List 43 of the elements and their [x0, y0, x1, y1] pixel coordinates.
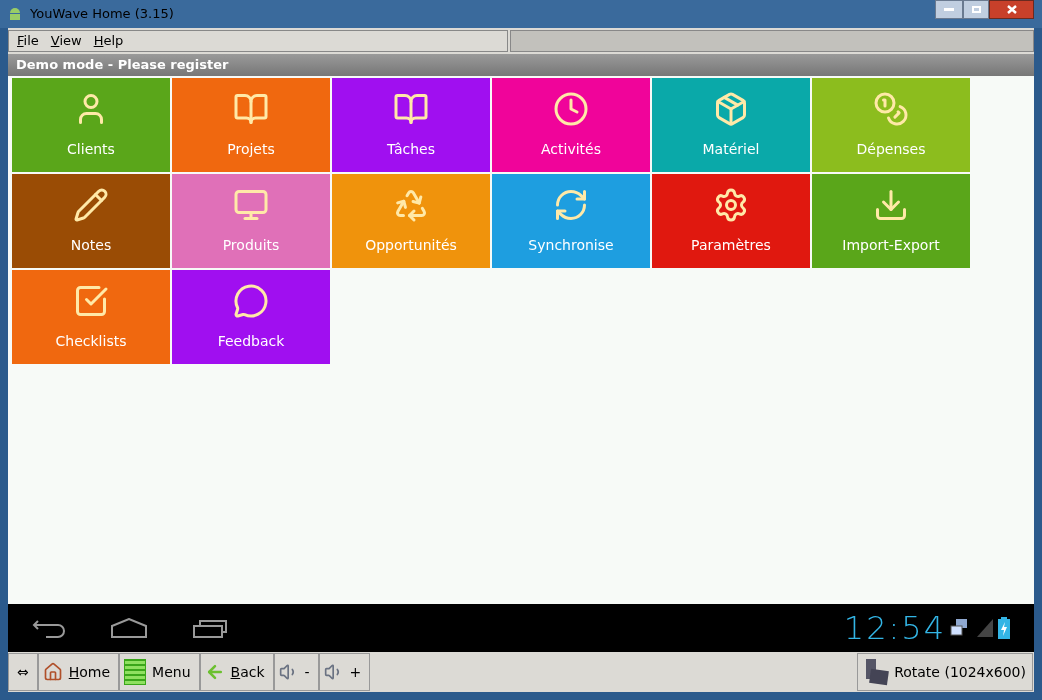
toolbar-button[interactable]: ⇔ — [8, 653, 38, 691]
app-tile[interactable]: Import-Export — [812, 174, 970, 268]
crate-icon — [713, 90, 749, 127]
demo-banner: Demo mode - Please register — [8, 54, 1034, 76]
close-button[interactable] — [989, 0, 1034, 19]
app-tile[interactable]: Feedback — [172, 270, 330, 364]
clock: 12:54 — [843, 608, 946, 649]
app-tile[interactable]: Tâches — [332, 78, 490, 172]
toolbar-button[interactable]: Menu — [119, 653, 200, 691]
gear-icon — [713, 186, 749, 223]
clock-icon — [553, 90, 589, 127]
app-tile[interactable]: Produits — [172, 174, 330, 268]
app-tile[interactable]: Synchronise — [492, 174, 650, 268]
toolbar-button[interactable]: - — [273, 653, 319, 691]
maximize-button[interactable] — [963, 0, 989, 19]
network-icon — [950, 618, 968, 638]
app-tile[interactable]: Notes — [12, 174, 170, 268]
menu-icon — [124, 659, 147, 685]
close-icon — [1006, 5, 1017, 14]
minimize-button[interactable] — [935, 0, 963, 19]
app-tile[interactable]: Matériel — [652, 78, 810, 172]
coins-icon — [873, 90, 909, 127]
toolbar-button[interactable]: Back — [199, 653, 274, 691]
recent-apps-icon[interactable] — [192, 618, 228, 638]
back-icon[interactable] — [32, 618, 66, 638]
rotate-button[interactable]: Rotate (1024x600) — [857, 653, 1033, 691]
window-title: YouWave Home (3.15) — [30, 5, 174, 24]
pencil-icon — [73, 186, 109, 223]
battery-icon — [998, 617, 1010, 639]
app-tile[interactable]: Projets — [172, 78, 330, 172]
toolbar-button[interactable]: + — [318, 653, 371, 691]
home-icon[interactable] — [110, 618, 148, 638]
menu-item[interactable]: File — [17, 31, 39, 51]
app-tile[interactable]: Clients — [12, 78, 170, 172]
app-tile[interactable]: Activités — [492, 78, 650, 172]
speech-bubble-icon — [233, 282, 269, 319]
house-icon — [42, 662, 63, 682]
menu-item[interactable]: Help — [93, 31, 124, 51]
signal-icon — [976, 618, 994, 638]
toolbar-button[interactable]: Home — [37, 653, 120, 691]
app-tile[interactable]: Paramètres — [652, 174, 810, 268]
app-tile[interactable]: Checklists — [12, 270, 170, 364]
menu-item[interactable]: View — [50, 31, 82, 51]
